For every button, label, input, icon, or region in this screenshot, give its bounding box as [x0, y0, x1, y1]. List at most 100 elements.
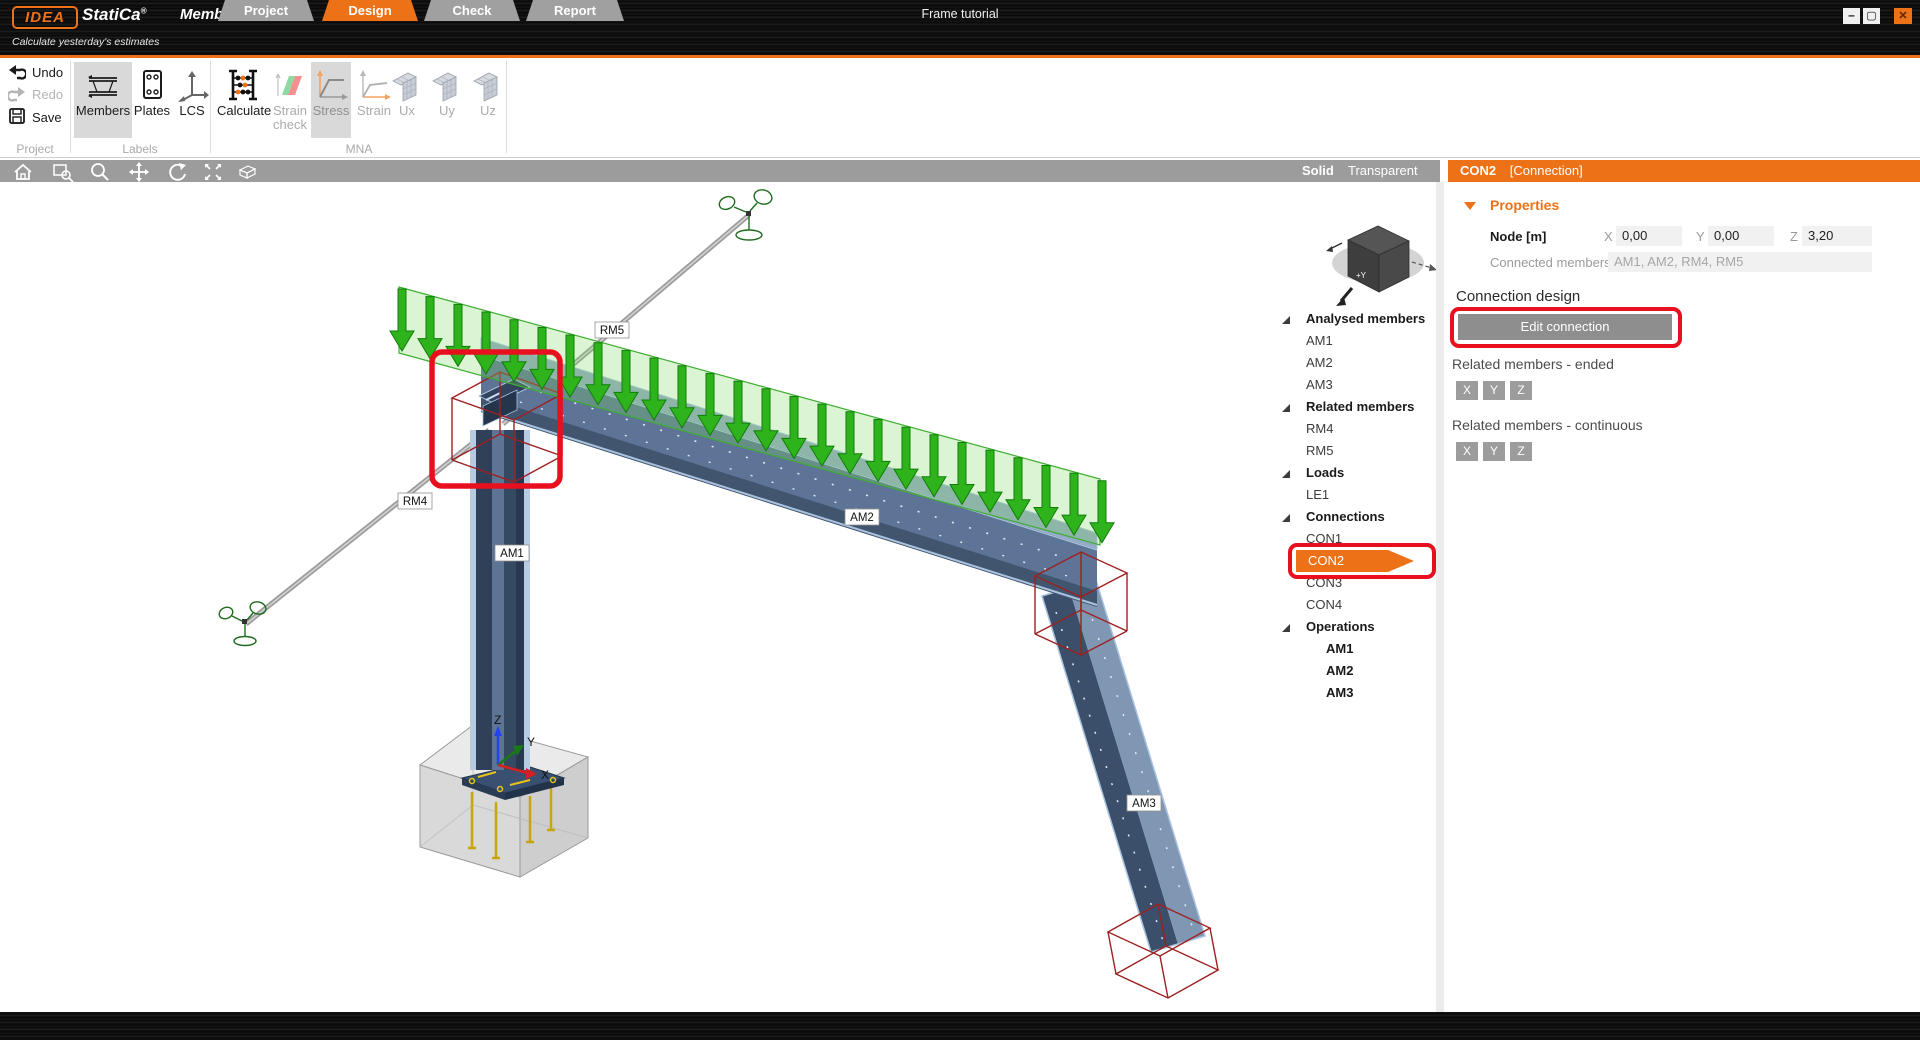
expander-icon[interactable] — [1282, 404, 1290, 412]
plates-label: Plates — [131, 104, 173, 118]
tree-item-rm5[interactable]: RM5 — [1270, 440, 1442, 462]
save-button[interactable]: Save — [8, 108, 62, 128]
uz-button[interactable]: Uz — [471, 62, 505, 138]
strain-check-button[interactable]: Strain check — [271, 62, 309, 138]
expander-icon[interactable] — [1282, 514, 1290, 522]
node-y-field[interactable]: 0,00 — [1708, 226, 1774, 246]
view-mode-transparent[interactable]: Transparent — [1348, 160, 1418, 182]
z-axis-label: Z — [494, 713, 501, 727]
tree-group-operations[interactable]: Operations — [1270, 616, 1442, 638]
properties-collapse-icon[interactable] — [1464, 202, 1476, 210]
strain-button[interactable]: Strain — [353, 62, 395, 138]
view-mode-solid[interactable]: Solid — [1302, 160, 1334, 182]
member-label-am3[interactable]: AM3 — [1127, 795, 1161, 811]
tree-item-operations-am1[interactable]: AM1 — [1270, 638, 1442, 660]
tree-item-am3[interactable]: AM3 — [1270, 374, 1442, 396]
uy-label: Uy — [430, 104, 464, 118]
save-label: Save — [32, 110, 62, 125]
calculate-button[interactable]: Calculate — [217, 62, 269, 138]
related-ended-y-button[interactable]: Y — [1483, 381, 1505, 400]
solid-box-icon[interactable] — [236, 161, 258, 183]
maximize-button[interactable]: ▢ — [1863, 8, 1880, 24]
svg-text:RM4: RM4 — [403, 496, 428, 508]
connected-members-field[interactable]: AM1, AM2, RM4, RM5 — [1608, 252, 1872, 272]
zoom-window-icon[interactable] — [52, 161, 74, 183]
x-axis-label: X — [541, 768, 549, 782]
tree-group-loads[interactable]: Loads — [1270, 462, 1442, 484]
strain-check-label: Strain check — [271, 104, 309, 132]
stress-button[interactable]: Stress — [311, 62, 351, 138]
expander-icon[interactable] — [1282, 624, 1290, 632]
plates-button[interactable]: Plates — [131, 62, 173, 138]
tree-item-le1[interactable]: LE1 — [1270, 484, 1442, 506]
member-label-am2[interactable]: AM2 — [845, 509, 879, 525]
related-continuous-y-button[interactable]: Y — [1483, 442, 1505, 461]
undo-icon — [8, 64, 26, 80]
cube-face-label: +Y — [1356, 271, 1367, 280]
navigation-cube[interactable]: +Y — [1326, 226, 1437, 306]
node-z-field[interactable]: 3,20 — [1802, 226, 1872, 246]
tree-group-connections[interactable]: Connections — [1270, 506, 1442, 528]
ux-icon — [390, 68, 424, 102]
strain-icon — [357, 68, 391, 102]
member-label-am1[interactable]: AM1 — [495, 545, 529, 561]
tree-item-am1[interactable]: AM1 — [1270, 330, 1442, 352]
related-continuous-z-button[interactable]: Z — [1510, 442, 1532, 461]
panel-header-type: [Connection] — [1510, 163, 1583, 178]
calculate-icon — [226, 68, 260, 102]
tree-group-related-members[interactable]: Related members — [1270, 396, 1442, 418]
undo-label: Undo — [32, 65, 63, 80]
tree-item-operations-am3[interactable]: AM3 — [1270, 682, 1442, 704]
expander-icon[interactable] — [1282, 316, 1290, 324]
tree-item-con4[interactable]: CON4 — [1270, 594, 1442, 616]
connection-design-title: Connection design — [1456, 288, 1580, 305]
members-button[interactable]: Members — [74, 62, 132, 138]
group-label-project: Project — [0, 142, 70, 156]
close-button[interactable]: ✕ — [1894, 8, 1912, 24]
undo-button[interactable]: Undo — [8, 64, 63, 84]
related-ended-x-button[interactable]: X — [1456, 381, 1478, 400]
properties-panel: CON2 [Connection] Properties Node [m] X … — [1448, 160, 1920, 1012]
node-x-field[interactable]: 0,00 — [1616, 226, 1682, 246]
member-label-rm4[interactable]: RM4 — [398, 493, 432, 509]
annotation-edit-connection-box — [1450, 307, 1682, 348]
expander-icon[interactable] — [1282, 470, 1290, 478]
node-x-label: X — [1604, 229, 1613, 244]
zoom-icon[interactable] — [89, 161, 111, 183]
member-am3[interactable] — [1042, 580, 1205, 952]
tree-item-operations-am2[interactable]: AM2 — [1270, 660, 1442, 682]
tree-item-rm4[interactable]: RM4 — [1270, 418, 1442, 440]
tab-check[interactable]: Check — [424, 0, 520, 21]
ribbon-separator — [506, 61, 507, 153]
uz-icon — [471, 68, 505, 102]
pan-icon[interactable] — [128, 161, 150, 183]
members-label: Members — [74, 104, 132, 118]
redo-button[interactable]: Redo — [8, 86, 63, 106]
lcs-button[interactable]: LCS — [175, 62, 209, 138]
uy-button[interactable]: Uy — [430, 62, 464, 138]
home-icon[interactable] — [12, 161, 34, 183]
ux-button[interactable]: Ux — [390, 62, 424, 138]
tree-group-analysed-members[interactable]: Analysed members — [1270, 308, 1442, 330]
rotate-icon[interactable] — [166, 161, 188, 183]
minimize-button[interactable]: – — [1843, 8, 1860, 24]
member-label-rm5[interactable]: RM5 — [595, 322, 629, 338]
tab-design[interactable]: Design — [322, 0, 418, 21]
lcs-label: LCS — [175, 104, 209, 118]
related-ended-title: Related members - ended — [1452, 356, 1614, 372]
viewport-toolbar: Solid Transparent — [0, 160, 1440, 182]
group-label-labels: Labels — [72, 142, 208, 156]
related-ended-z-button[interactable]: Z — [1510, 381, 1532, 400]
tab-project[interactable]: Project — [218, 0, 314, 21]
lcs-icon — [175, 68, 209, 102]
ribbon-separator — [210, 61, 211, 153]
members-icon — [86, 68, 120, 102]
related-continuous-x-button[interactable]: X — [1456, 442, 1478, 461]
fit-view-icon[interactable] — [202, 161, 224, 183]
node-y-label: Y — [1696, 229, 1705, 244]
tab-report[interactable]: Report — [526, 0, 624, 21]
tree-item-am2[interactable]: AM2 — [1270, 352, 1442, 374]
support-left — [217, 600, 267, 645]
node-z-label: Z — [1790, 229, 1798, 244]
scene-3d[interactable]: RM5 RM4 AM1 AM2 AM3 Z Y X +Y — [0, 182, 1444, 1012]
